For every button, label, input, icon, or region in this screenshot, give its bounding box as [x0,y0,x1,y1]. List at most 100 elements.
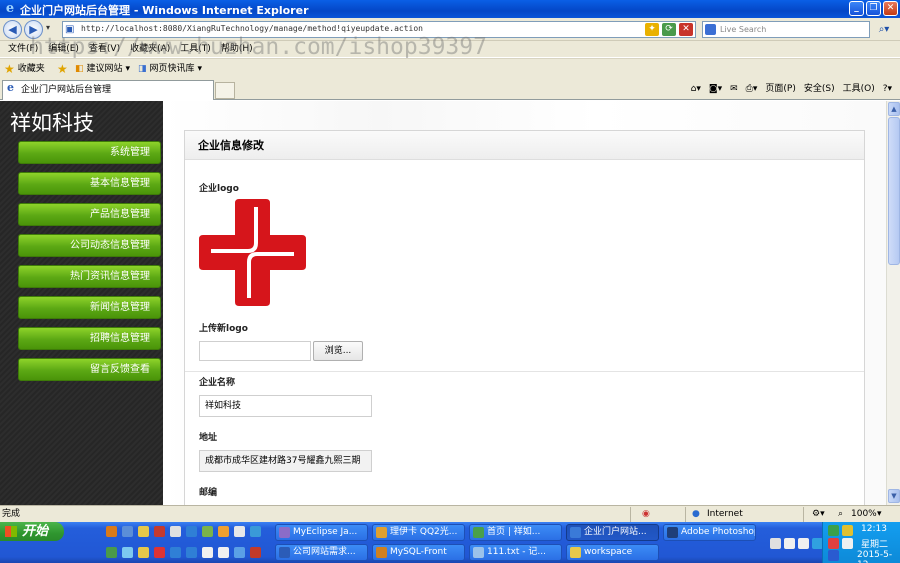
zone-settings-icon[interactable]: ⚙▾ [812,508,825,521]
quicklaunch-icon[interactable] [106,526,117,537]
safety-menu[interactable]: 安全(S) [804,82,835,96]
favorites-button[interactable]: ★ 收藏夹 [4,62,45,76]
task-notepad[interactable]: 111.txt - 记... [469,544,562,561]
quicklaunch-icon[interactable] [202,547,213,558]
company-name-input[interactable]: 祥如科技 [199,395,372,417]
clock-time[interactable]: 12:13 [861,524,887,534]
menu-file[interactable]: 文件(F) [3,41,43,57]
quicklaunch-icon[interactable] [234,547,245,558]
quicklaunch-icon[interactable] [218,526,229,537]
zoom-icon: ⌕ [838,509,844,519]
task-workspace[interactable]: workspace [566,544,659,561]
quicklaunch-icon[interactable] [186,526,197,537]
tray-icon[interactable] [842,538,853,549]
help-icon[interactable]: ?▾ [883,82,892,96]
back-button[interactable]: ◀ [3,20,22,39]
address-bar[interactable]: ▣ http://localhost:8080/XiangRuTechnolog… [62,21,696,38]
task-qq[interactable]: 理伊卡 QQ2光... [372,524,465,541]
keyboard-icon[interactable] [770,538,781,549]
menu-help[interactable]: 帮助(H) [216,41,258,57]
task-homepage[interactable]: 首页 | 祥如... [469,524,562,541]
quicklaunch-icon[interactable] [170,547,181,558]
zoom-level[interactable]: 100% [851,508,877,521]
quicklaunch-icon[interactable] [122,547,133,558]
new-tab-button[interactable] [215,82,235,99]
vertical-scrollbar[interactable]: ▲ ▼ [886,101,900,505]
task-photoshop[interactable]: Adobe Photoshop [663,524,756,541]
home-icon[interactable]: ⌂▾ [691,82,701,96]
page-icon: ▣ [65,24,75,35]
quicklaunch-icon[interactable] [202,526,213,537]
window-title: 企业门户网站后台管理 - Windows Internet Explorer [20,4,309,17]
minimize-button[interactable]: _ [849,1,864,16]
tray-icon[interactable] [828,538,839,549]
quicklaunch-icon[interactable] [138,547,149,558]
search-button[interactable]: ⌕▾ [872,21,896,38]
add-favorite-button[interactable]: ★ [57,62,68,76]
menu-edit[interactable]: 编辑(E) [43,41,84,57]
tools-menu[interactable]: 工具(O) [843,82,875,96]
quicklaunch-icon[interactable] [250,526,261,537]
nav-product-info[interactable]: 产品信息管理 [18,203,161,226]
tab-row: e 企业门户网站后台管理 ⌂▾ ◙▾ ✉ ⎙▾ 页面(P) 安全(S) 工具(O… [0,78,900,100]
divider [803,507,804,522]
menu-tools[interactable]: 工具(T) [175,41,216,57]
start-button[interactable]: 开始 [0,522,64,541]
forward-button[interactable]: ▶ [24,20,43,39]
compatibility-view-icon[interactable]: ✦ [645,23,659,36]
nav-feedback[interactable]: 留言反馈查看 [18,358,161,381]
history-dropdown-icon[interactable]: ▾ [46,23,50,32]
tab-current[interactable]: e 企业门户网站后台管理 [2,80,214,100]
task-requirements-doc[interactable]: 公司网站需求... [275,544,368,561]
menu-view[interactable]: 查看(V) [84,41,125,57]
close-button[interactable]: ✕ [883,1,898,16]
quicklaunch-icon[interactable] [154,526,165,537]
refresh-icon[interactable]: ⟳ [662,23,676,36]
nav-company-news[interactable]: 公司动态信息管理 [18,234,161,257]
logo-file-input[interactable] [199,341,311,361]
web-slice-gallery-link[interactable]: ◨ 网页快讯库 ▾ [138,62,202,76]
task-mysql-front[interactable]: MySQL-Front [372,544,465,561]
restore-button[interactable]: ❐ [866,1,881,16]
panel-title: 企业信息修改 [185,131,864,160]
tray-icon[interactable] [784,538,795,549]
scroll-up-arrow[interactable]: ▲ [888,102,900,116]
nav-hot-news[interactable]: 热门资讯信息管理 [18,265,161,288]
tray-icon[interactable] [798,538,809,549]
stop-icon[interactable]: ✕ [679,23,693,36]
address-url[interactable]: http://localhost:8080/XiangRuTechnology/… [81,24,423,33]
quicklaunch-icon[interactable] [154,547,165,558]
quicklaunch-icon[interactable] [234,526,245,537]
task-enterprise-portal[interactable]: 企业门户网站... [566,524,659,541]
chevron-down-icon: ▾ [125,64,131,74]
nav-news-info[interactable]: 新闻信息管理 [18,296,161,319]
scroll-thumb[interactable] [888,117,900,265]
window-title-bar[interactable]: e 企业门户网站后台管理 - Windows Internet Explorer… [0,0,900,18]
feeds-icon[interactable]: ◙▾ [709,82,722,96]
tray-icon[interactable] [828,525,839,536]
suggested-sites-link[interactable]: ◧ 建议网站 ▾ [75,62,130,76]
quicklaunch-icon[interactable] [106,547,117,558]
nav-system-management[interactable]: 系统管理 [18,141,161,164]
address-input[interactable]: 成都市成华区建材路37号耀鑫九熙三期 [199,450,372,472]
tray-icon[interactable] [842,525,853,536]
print-icon[interactable]: ⎙▾ [746,82,758,96]
nav-basic-info[interactable]: 基本信息管理 [18,172,161,195]
browse-button[interactable]: 浏览... [313,341,363,361]
mysql-front-icon [376,547,387,558]
quicklaunch-icon[interactable] [186,547,197,558]
quicklaunch-icon[interactable] [250,547,261,558]
chevron-down-icon[interactable]: ▾ [877,508,882,521]
search-box[interactable]: Live Search [702,21,870,38]
nav-recruitment[interactable]: 招聘信息管理 [18,327,161,350]
menu-favorites[interactable]: 收藏夹(A) [125,41,175,57]
quicklaunch-icon[interactable] [122,526,133,537]
tray-icon[interactable] [828,550,839,561]
quicklaunch-icon[interactable] [170,526,181,537]
quicklaunch-icon[interactable] [138,526,149,537]
quicklaunch-icon[interactable] [218,547,229,558]
mail-icon[interactable]: ✉ [730,82,738,96]
scroll-down-arrow[interactable]: ▼ [888,489,900,503]
task-myeclipse[interactable]: MyEclipse Ja... [275,524,368,541]
page-menu[interactable]: 页面(P) [765,82,795,96]
